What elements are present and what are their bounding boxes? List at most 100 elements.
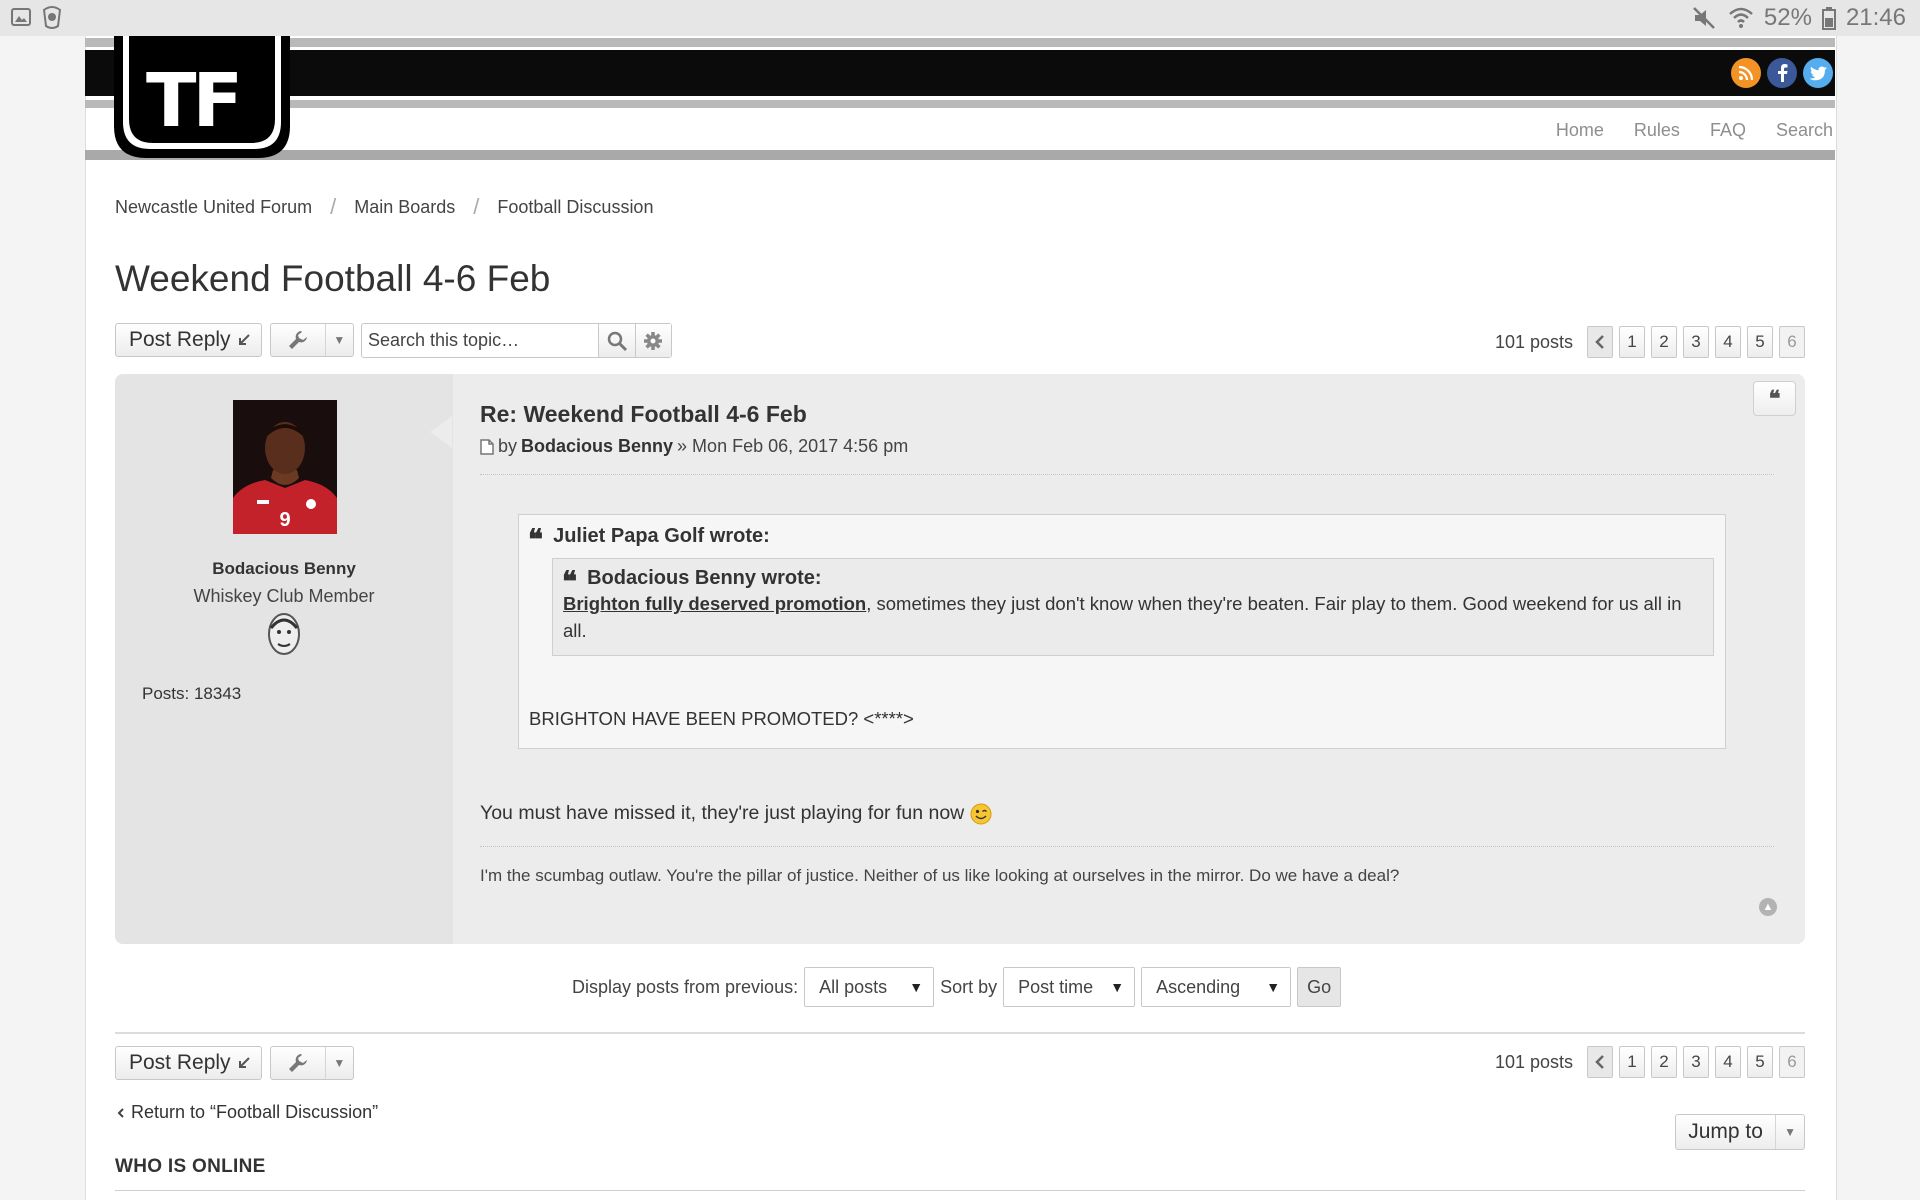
page-link[interactable]: 4: [1715, 1046, 1741, 1078]
post-count: 101 posts: [1494, 1051, 1573, 1072]
post-author-username[interactable]: Bodacious Benny: [115, 559, 453, 579]
search-input[interactable]: [362, 324, 598, 357]
wink-emoji-icon: [970, 803, 992, 824]
promotion-link[interactable]: Brighton fully deserved promotion: [563, 593, 866, 614]
svg-text:9: 9: [279, 509, 290, 531]
jump-to-label: Jump to: [1676, 1115, 1777, 1149]
reply-arrow-icon: [238, 1057, 250, 1068]
search-icon: [607, 331, 627, 351]
search-button[interactable]: [598, 324, 635, 357]
breadcrumb-football-discussion[interactable]: Football Discussion: [497, 197, 653, 218]
app-notification-icon: [42, 6, 62, 29]
page-link[interactable]: 5: [1747, 1046, 1773, 1078]
sort-by-label: Sort by: [940, 976, 998, 997]
header-band-black: [85, 50, 1835, 96]
page-link[interactable]: 1: [1619, 326, 1645, 358]
topic-tools-button[interactable]: ▼: [270, 323, 354, 357]
page-link[interactable]: 1: [1619, 1046, 1645, 1078]
battery-icon: [1821, 7, 1836, 30]
previous-page-button[interactable]: [1587, 326, 1613, 358]
nav-home[interactable]: Home: [1556, 120, 1604, 141]
avatar[interactable]: 9: [233, 400, 337, 534]
quote-icon: ❝: [1768, 385, 1781, 411]
post-pointer: [430, 416, 452, 448]
gallery-notification-icon: [11, 8, 31, 26]
post-reply-label: Post Reply: [129, 1051, 231, 1074]
breadcrumb: Newcastle United Forum / Main Boards / F…: [115, 194, 653, 220]
topic-tools-button-bottom[interactable]: ▼: [270, 1046, 354, 1080]
advanced-search-button[interactable]: [634, 324, 671, 357]
user-post-count: Posts: 18343: [142, 684, 242, 703]
page-link[interactable]: 2: [1651, 1046, 1677, 1078]
post-body: You must have missed it, they're just pl…: [480, 802, 992, 825]
rss-icon[interactable]: [1731, 58, 1761, 88]
chevron-down-icon: ▼: [1784, 1125, 1797, 1139]
clock: 21:46: [1845, 4, 1906, 31]
page-link[interactable]: 4: [1715, 326, 1741, 358]
nav-rules[interactable]: Rules: [1634, 120, 1680, 141]
post-body-text: You must have missed it, they're just pl…: [480, 802, 965, 824]
wifi-icon: [1729, 7, 1753, 28]
post-reply-button-bottom[interactable]: Post Reply: [115, 1046, 262, 1080]
scroll-top-icon[interactable]: ▲: [1759, 898, 1777, 916]
pagination-bottom: 101 posts 1 2 3 4 5 6: [1495, 1046, 1805, 1078]
user-rank: Whiskey Club Member: [193, 586, 375, 606]
page-link[interactable]: 2: [1651, 326, 1677, 358]
device-status-bar: 52% 21:46: [0, 0, 1920, 36]
breadcrumb-main-boards[interactable]: Main Boards: [354, 197, 455, 218]
who-is-online-divider: [115, 1190, 1805, 1191]
nav-search[interactable]: Search: [1776, 120, 1833, 141]
display-posts-label: Display posts from previous:: [572, 976, 799, 997]
breadcrumb-separator: /: [330, 194, 337, 219]
previous-page-button[interactable]: [1587, 1046, 1613, 1078]
quote-cite-inner: ❝ Bodacious Benny wrote:: [562, 564, 822, 596]
top-navigation: Home Rules FAQ Search: [1556, 120, 1833, 141]
dropdown-arrow-icon: ▼: [909, 979, 924, 995]
mute-icon: [1693, 7, 1715, 29]
current-page: 6: [1779, 326, 1805, 358]
post-icon[interactable]: [480, 438, 494, 455]
post-author-link[interactable]: Bodacious Benny: [521, 436, 673, 457]
signature-divider: [480, 846, 1774, 847]
post-reply-button[interactable]: Post Reply: [115, 323, 262, 357]
page-link[interactable]: 3: [1683, 1046, 1709, 1078]
page-link[interactable]: 3: [1683, 326, 1709, 358]
header-band-middle: [85, 100, 1835, 108]
page-title: Weekend Football 4-6 Feb: [115, 258, 551, 299]
social-links: [1731, 58, 1833, 88]
logo-text: TF: [146, 58, 243, 144]
jump-to-button[interactable]: Jump to ▼: [1675, 1114, 1805, 1150]
nav-faq[interactable]: FAQ: [1710, 120, 1746, 141]
breadcrumb-separator: /: [473, 194, 480, 219]
display-posts-select[interactable]: All posts ▼: [804, 967, 935, 1007]
display-options: Display posts from previous: All posts ▼ …: [572, 966, 1342, 1008]
quote-author-inner: Bodacious Benny wrote:: [587, 566, 822, 589]
post-meta: by Bodacious Benny » Mon Feb 06, 2017 4:…: [480, 436, 908, 457]
gear-icon: [644, 331, 663, 350]
section-divider: [115, 1032, 1805, 1034]
quote-outer-text: BRIGHTON HAVE BEEN PROMOTED? <****>: [529, 708, 914, 729]
sort-by-select[interactable]: Post time ▼: [1003, 967, 1136, 1007]
twitter-icon[interactable]: [1803, 58, 1833, 88]
header-band-bottom: [85, 150, 1835, 160]
site-logo[interactable]: TF: [114, 36, 290, 158]
chevron-left-icon: [117, 1107, 124, 1118]
chevron-down-icon: ▼: [333, 1056, 346, 1070]
pagination-top: 101 posts 1 2 3 4 5 6: [1495, 326, 1805, 358]
facebook-icon[interactable]: [1767, 58, 1797, 88]
dropdown-arrow-icon: ▼: [1266, 979, 1281, 995]
return-link-text: Return to “Football Discussion”: [131, 1102, 379, 1122]
page-link[interactable]: 5: [1747, 326, 1773, 358]
quote-button[interactable]: ❝: [1753, 381, 1796, 416]
quote-cite-outer: ❝ Juliet Papa Golf wrote:: [528, 522, 770, 554]
sort-order-select[interactable]: Ascending ▼: [1141, 967, 1292, 1007]
post-title[interactable]: Re: Weekend Football 4-6 Feb: [480, 401, 807, 428]
reply-arrow-icon: [238, 334, 250, 345]
post-divider: [480, 474, 1774, 475]
return-to-forum-link[interactable]: Return to “Football Discussion”: [117, 1102, 378, 1123]
breadcrumb-forum[interactable]: Newcastle United Forum: [115, 197, 312, 218]
go-button[interactable]: Go: [1297, 967, 1342, 1007]
display-posts-value: All posts: [819, 976, 888, 997]
by-label: by: [498, 436, 518, 456]
rank-image: [266, 610, 302, 656]
